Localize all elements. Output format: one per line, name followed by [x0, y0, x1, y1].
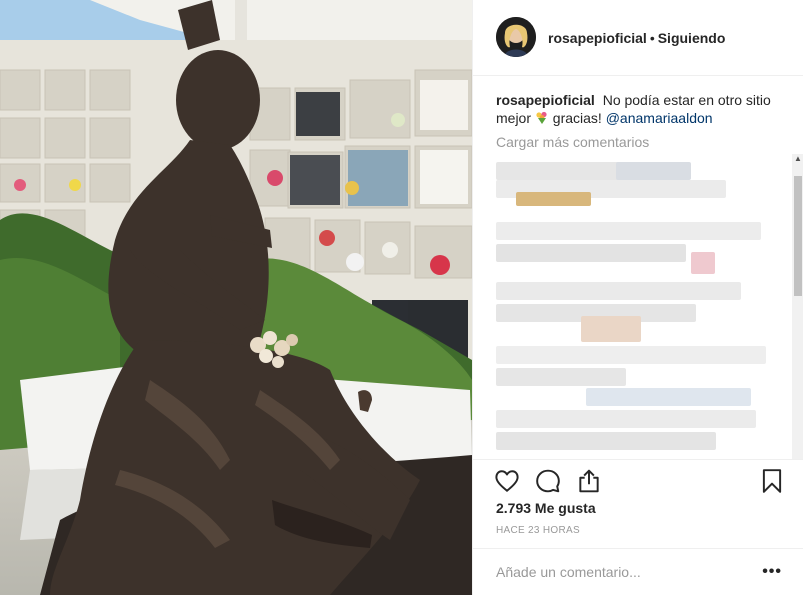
- cemetery-statue-image: [0, 0, 472, 595]
- blurred-comment-row: [496, 346, 766, 364]
- bookmark-icon: [762, 469, 782, 493]
- comment-button[interactable]: [535, 468, 561, 494]
- share-icon: [579, 469, 599, 493]
- blurred-comment-row: [496, 244, 686, 262]
- comments-section: rosapepioficial No podía estar en otro s…: [473, 76, 803, 459]
- blurred-comment-row: [496, 222, 761, 240]
- post-timestamp[interactable]: HACE 23 HORAS: [496, 525, 580, 536]
- post-caption: rosapepioficial No podía estar en otro s…: [496, 91, 781, 127]
- like-button[interactable]: [494, 468, 520, 494]
- post-photo[interactable]: [0, 0, 472, 595]
- blurred-comment-row: [516, 192, 591, 206]
- add-comment-section: •••: [473, 548, 803, 595]
- blurred-comment-row: [581, 316, 641, 342]
- caption-mention-link[interactable]: @anamariaaldon: [606, 110, 713, 126]
- scroll-up-icon[interactable]: ▲: [792, 154, 803, 164]
- blurred-comments: [496, 156, 766, 456]
- blurred-comment-row: [496, 368, 626, 386]
- more-options-button[interactable]: •••: [762, 562, 782, 582]
- blurred-comment-row: [586, 388, 751, 406]
- avatar[interactable]: [496, 17, 536, 57]
- avatar-image: [496, 17, 536, 57]
- scroll-thumb[interactable]: [794, 176, 802, 296]
- following-button[interactable]: Siguiendo: [658, 30, 726, 46]
- save-button[interactable]: [759, 468, 785, 494]
- likes-count[interactable]: 2.793 Me gusta: [496, 500, 596, 516]
- caption-text-end: gracias!: [552, 110, 602, 126]
- share-button[interactable]: [576, 468, 602, 494]
- post-header: rosapepioficial • Siguiendo: [473, 0, 803, 76]
- blurred-comment-row: [496, 282, 741, 300]
- load-more-comments-button[interactable]: Cargar más comentarios: [496, 134, 649, 150]
- blurred-comment-row: [496, 432, 716, 450]
- comment-input[interactable]: [496, 562, 736, 582]
- blurred-comment-row: [496, 162, 636, 180]
- header-separator: •: [649, 30, 655, 46]
- post-actions-bar: [473, 459, 803, 503]
- blurred-comment-row: [616, 162, 691, 180]
- header-username[interactable]: rosapepioficial: [548, 30, 647, 46]
- bouquet-emoji-icon: [536, 111, 547, 124]
- blurred-comment-row: [691, 252, 715, 274]
- caption-username[interactable]: rosapepioficial: [496, 92, 595, 108]
- heart-icon: [495, 470, 519, 492]
- header-user-info: rosapepioficial • Siguiendo: [548, 30, 725, 46]
- post-side-panel: rosapepioficial • Siguiendo rosapepioficia…: [472, 0, 803, 595]
- comment-icon: [536, 469, 560, 493]
- comments-scrollbar[interactable]: ▲ ▼: [792, 154, 803, 459]
- instagram-post: rosapepioficial • Siguiendo rosapepioficia…: [0, 0, 803, 595]
- blurred-comment-row: [496, 410, 756, 428]
